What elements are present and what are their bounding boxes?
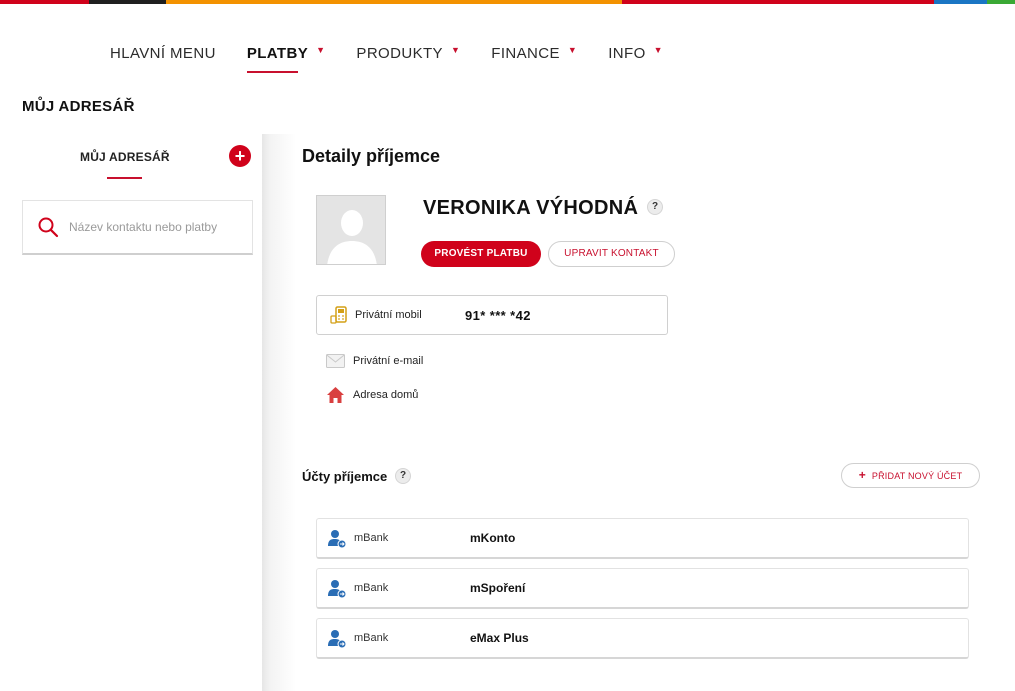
edit-contact-button[interactable]: UPRAVIT KONTAKT xyxy=(548,241,675,267)
account-bank: mBank xyxy=(354,582,389,594)
person-account-icon xyxy=(328,630,347,649)
account-bank: mBank xyxy=(354,532,389,544)
account-row[interactable]: mBank mKonto xyxy=(316,518,969,559)
envelope-icon xyxy=(326,354,345,368)
sidebar-title-underline xyxy=(107,177,142,179)
plus-icon: + xyxy=(234,146,246,166)
search-icon xyxy=(38,217,59,238)
mobile-phone-icon xyxy=(330,306,347,324)
home-icon xyxy=(327,387,344,403)
page-title: MŮJ ADRESÁŘ xyxy=(22,98,135,115)
account-bank: mBank xyxy=(354,632,389,644)
accounts-title: Účty příjemce xyxy=(302,469,388,484)
help-icon[interactable]: ? xyxy=(647,199,663,215)
person-account-icon xyxy=(328,580,347,599)
account-name: mKonto xyxy=(470,531,516,545)
email-label: Privátní e-mail xyxy=(353,355,424,367)
plus-icon: + xyxy=(858,468,866,482)
chevron-down-icon: ▼ xyxy=(653,45,663,55)
brand-color-stripe xyxy=(0,0,1015,4)
panel-divider xyxy=(262,134,302,691)
nav-item-produkty[interactable]: PRODUKTY ▼ xyxy=(356,45,460,62)
nav-item-label: PRODUKTY xyxy=(356,44,443,62)
search-input[interactable] xyxy=(69,220,244,234)
phone-value: 91* *** *42 xyxy=(465,308,531,323)
help-icon[interactable]: ? xyxy=(395,468,411,484)
nav-item-label: FINANCE xyxy=(491,44,560,62)
avatar xyxy=(316,195,386,265)
nav-item-info[interactable]: INFO ▼ xyxy=(608,45,663,62)
details-title: Detaily příjemce xyxy=(302,146,441,166)
person-silhouette-icon xyxy=(317,196,385,264)
search-box[interactable] xyxy=(22,200,253,255)
account-name: mSpoření xyxy=(470,581,526,595)
chevron-down-icon: ▼ xyxy=(450,45,461,55)
add-contact-button[interactable]: + xyxy=(229,145,251,167)
account-name: eMax Plus xyxy=(470,631,529,645)
person-account-icon xyxy=(328,530,347,549)
contact-name: VERONIKA VÝHODNÁ xyxy=(423,197,639,219)
account-row[interactable]: mBank mSpoření xyxy=(316,568,969,609)
phone-contact-row[interactable]: Privátní mobil 91* *** *42 xyxy=(316,295,668,335)
nav-item-finance[interactable]: FINANCE ▼ xyxy=(491,45,577,62)
address-label: Adresa domů xyxy=(353,389,419,401)
chevron-down-icon: ▼ xyxy=(316,45,326,55)
nav-item-hlavni-menu[interactable]: HLAVNÍ MENU xyxy=(110,45,216,62)
active-nav-underline xyxy=(246,70,298,73)
chevron-down-icon: ▼ xyxy=(567,45,578,55)
account-row[interactable]: mBank eMax Plus xyxy=(316,618,969,659)
address-contact-row[interactable]: Adresa domů xyxy=(326,386,418,404)
nav-item-label: PLATBY xyxy=(246,44,309,62)
phone-label: Privátní mobil xyxy=(355,309,422,321)
nav-item-platby[interactable]: PLATBY ▼ xyxy=(246,44,326,73)
add-account-button[interactable]: + PŘIDAT NOVÝ ÚČET xyxy=(841,463,980,488)
make-payment-button[interactable]: PROVÉST PLATBU xyxy=(421,241,541,267)
email-contact-row[interactable]: Privátní e-mail xyxy=(326,354,423,368)
sidebar-title[interactable]: MŮJ ADRESÁŘ xyxy=(80,150,170,164)
nav-item-label: HLAVNÍ MENU xyxy=(110,44,216,62)
add-account-label: PŘIDAT NOVÝ ÚČET xyxy=(871,471,963,481)
nav-item-label: INFO xyxy=(608,44,646,62)
main-nav: HLAVNÍ MENU PLATBY ▼ PRODUKTY ▼ FINANCE … xyxy=(110,42,694,73)
